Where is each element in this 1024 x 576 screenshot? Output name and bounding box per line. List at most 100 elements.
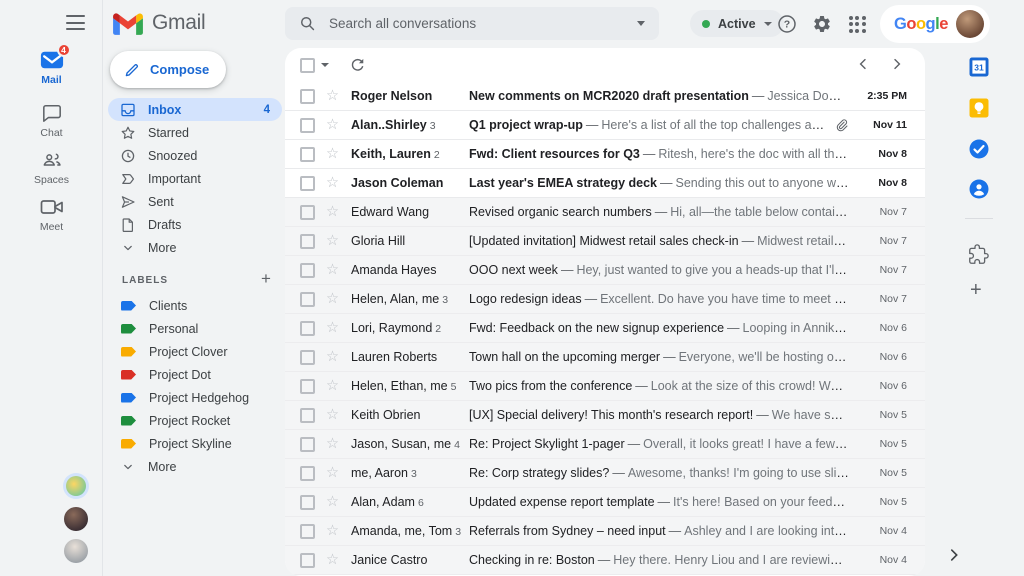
sidebar-item-snoozed[interactable]: Snoozed [108, 144, 282, 167]
email-row[interactable]: ☆Lauren RobertsTown hall on the upcoming… [285, 343, 925, 372]
sidebar-item-sent[interactable]: Sent [108, 190, 282, 213]
email-checkbox[interactable] [300, 176, 315, 191]
star-icon[interactable]: ☆ [326, 118, 343, 133]
star-icon[interactable]: ☆ [326, 176, 343, 191]
email-row[interactable]: ☆Roger NelsonNew comments on MCR2020 dra… [285, 82, 925, 111]
folder-label: Snoozed [148, 149, 197, 163]
email-checkbox[interactable] [300, 205, 315, 220]
email-row[interactable]: ☆Lori, Raymond2Fwd: Feedback on the new … [285, 314, 925, 343]
star-icon[interactable]: ☆ [326, 553, 343, 568]
label-item-project-dot[interactable]: Project Dot [108, 363, 282, 386]
rail-item-mail[interactable]: 4Mail [0, 49, 103, 86]
tasks-button[interactable] [968, 138, 990, 160]
email-checkbox[interactable] [300, 466, 315, 481]
email-row[interactable]: ☆Amanda HayesOOO next week—Hey, just wan… [285, 256, 925, 285]
status-selector[interactable]: Active [690, 10, 784, 37]
label-item-personal[interactable]: Personal [108, 317, 282, 340]
contact-avatar[interactable] [64, 507, 88, 531]
label-item-project-rocket[interactable]: Project Rocket [108, 409, 282, 432]
google-apps-button[interactable] [846, 13, 868, 35]
email-checkbox[interactable] [300, 234, 315, 249]
search-input[interactable]: Search all conversations [285, 7, 659, 40]
calendar-button[interactable]: 31 [968, 56, 990, 78]
email-checkbox[interactable] [300, 495, 315, 510]
star-icon[interactable]: ☆ [326, 205, 343, 220]
email-row[interactable]: ☆Jason, Susan, me4Re: Project Skylight 1… [285, 430, 925, 459]
label-item-clients[interactable]: Clients [108, 294, 282, 317]
email-checkbox[interactable] [300, 379, 315, 394]
email-checkbox[interactable] [300, 89, 315, 104]
star-icon[interactable]: ☆ [326, 147, 343, 162]
email-row[interactable]: ☆Edward WangRevised organic search numbe… [285, 198, 925, 227]
star-icon[interactable]: ☆ [326, 524, 343, 539]
label-item-project-clover[interactable]: Project Clover [108, 340, 282, 363]
star-icon[interactable]: ☆ [326, 321, 343, 336]
contact-avatar[interactable] [64, 539, 88, 563]
label-item-project-skyline[interactable]: Project Skyline [108, 432, 282, 455]
email-row[interactable]: ☆Keith, Lauren2Fwd: Client resources for… [285, 140, 925, 169]
email-row[interactable]: ☆Jason ColemanLast year's EMEA strategy … [285, 169, 925, 198]
star-icon[interactable]: ☆ [326, 350, 343, 365]
star-icon[interactable]: ☆ [326, 466, 343, 481]
settings-button[interactable] [811, 13, 833, 35]
help-button[interactable]: ? [776, 13, 798, 35]
email-checkbox[interactable] [300, 321, 315, 336]
star-icon[interactable]: ☆ [326, 379, 343, 394]
older-page-button[interactable] [889, 56, 907, 74]
star-icon[interactable]: ☆ [326, 89, 343, 104]
sidebar-item-starred[interactable]: Starred [108, 121, 282, 144]
folder-label: Inbox [148, 103, 181, 117]
star-icon[interactable]: ☆ [326, 437, 343, 452]
rail-item-spaces[interactable]: Spaces [0, 149, 103, 186]
email-checkbox[interactable] [300, 263, 315, 278]
select-options-caret-icon[interactable] [321, 63, 329, 67]
email-checkbox[interactable] [300, 437, 315, 452]
sidebar-item-more[interactable]: More [108, 236, 282, 259]
star-icon[interactable]: ☆ [326, 408, 343, 423]
rail-item-chat[interactable]: Chat [0, 102, 103, 139]
email-row[interactable]: ☆Keith Obrien[UX] Special delivery! This… [285, 401, 925, 430]
get-addons-button[interactable] [968, 244, 989, 265]
contacts-button[interactable] [968, 178, 990, 200]
label-item-more[interactable]: More [108, 455, 282, 478]
email-checkbox[interactable] [300, 118, 315, 133]
newer-page-button[interactable] [855, 56, 873, 74]
email-snippet: Ritesh, here's the doc with all the clie… [658, 147, 849, 161]
email-row[interactable]: ☆Helen, Ethan, me5Two pics from the conf… [285, 372, 925, 401]
contact-avatar[interactable] [63, 473, 89, 499]
email-row[interactable]: ☆Janice CastroChecking in re: Boston—Hey… [285, 546, 925, 575]
label-item-project-hedgehog[interactable]: Project Hedgehog [108, 386, 282, 409]
email-row[interactable]: ☆Alan, Adam6Updated expense report templ… [285, 488, 925, 517]
email-checkbox[interactable] [300, 408, 315, 423]
keep-button[interactable] [968, 97, 990, 119]
sidebar-item-important[interactable]: Important [108, 167, 282, 190]
user-avatar[interactable] [956, 10, 984, 38]
list-toolbar [285, 48, 925, 82]
email-checkbox[interactable] [300, 292, 315, 307]
email-row[interactable]: ☆Amanda, me, Tom3Referrals from Sydney –… [285, 517, 925, 546]
email-checkbox[interactable] [300, 147, 315, 162]
account-pill[interactable]: Google [880, 5, 990, 43]
select-all-checkbox[interactable] [300, 58, 315, 73]
sidebar-item-inbox[interactable]: Inbox4 [108, 98, 282, 121]
expand-side-panel-button[interactable] [945, 546, 963, 564]
email-checkbox[interactable] [300, 553, 315, 568]
email-row[interactable]: ☆Helen, Alan, me3Logo redesign ideas—Exc… [285, 285, 925, 314]
email-row[interactable]: ☆me, Aaron3Re: Corp strategy slides?—Awe… [285, 459, 925, 488]
add-panel-app-button[interactable]: + [970, 280, 982, 300]
refresh-button[interactable] [349, 56, 367, 74]
create-label-button[interactable]: + [257, 271, 275, 289]
email-row[interactable]: ☆Alan..Shirley3Q1 project wrap-up—Here's… [285, 111, 925, 140]
sidebar-item-drafts[interactable]: Drafts [108, 213, 282, 236]
rail-item-meet[interactable]: Meet [0, 196, 103, 233]
email-checkbox[interactable] [300, 524, 315, 539]
email-row[interactable]: ☆Gloria Hill[Updated invitation] Midwest… [285, 227, 925, 256]
search-options-caret-icon[interactable] [637, 21, 645, 26]
star-icon[interactable]: ☆ [326, 234, 343, 249]
label-tag-icon [121, 370, 136, 380]
star-icon[interactable]: ☆ [326, 495, 343, 510]
star-icon[interactable]: ☆ [326, 263, 343, 278]
star-icon[interactable]: ☆ [326, 292, 343, 307]
compose-button[interactable]: Compose [110, 51, 226, 88]
email-checkbox[interactable] [300, 350, 315, 365]
